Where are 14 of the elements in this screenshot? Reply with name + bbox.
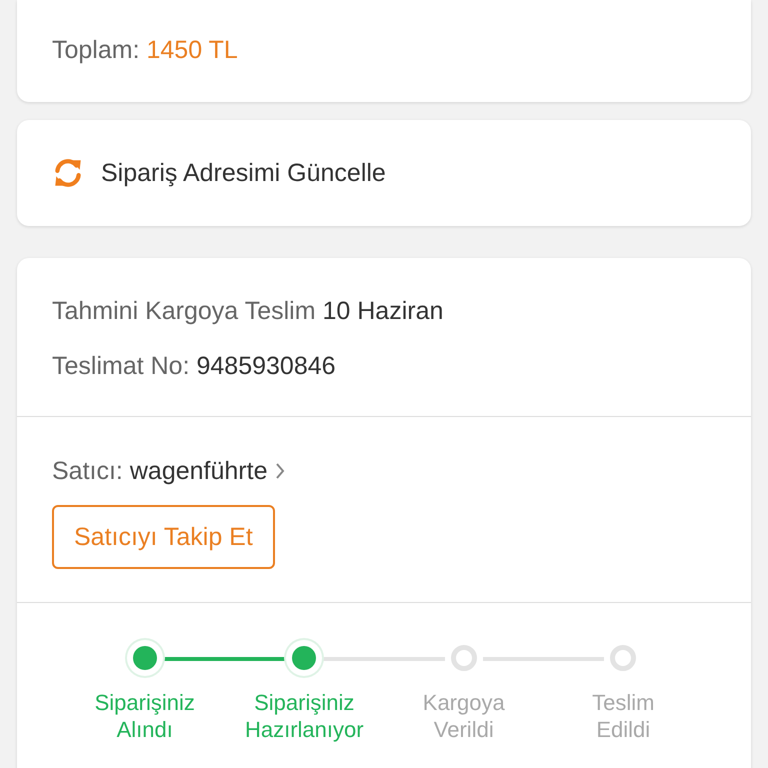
total-value: 1450 TL	[146, 36, 238, 64]
step-label: Teslim Edildi	[592, 689, 654, 743]
estimate-value: 10 Haziran	[322, 297, 444, 325]
update-address-button[interactable]: Sipariş Adresimi Güncelle	[17, 120, 751, 226]
step-label: Kargoya Verildi	[422, 689, 505, 743]
seller-link[interactable]: wagenführte	[130, 453, 268, 489]
estimate-label: Tahmini Kargoya Teslim	[52, 297, 316, 325]
seller-label: Satıcı:	[52, 456, 123, 487]
step-label: Siparişiniz Alındı	[94, 689, 195, 743]
delivery-label: Teslimat No:	[52, 352, 190, 380]
delivery-number: 9485930846	[196, 352, 336, 380]
chevron-right-icon[interactable]	[274, 461, 286, 481]
step-label: Siparişiniz Hazırlanıyor	[244, 689, 364, 743]
total-label: Toplam:	[52, 36, 140, 64]
